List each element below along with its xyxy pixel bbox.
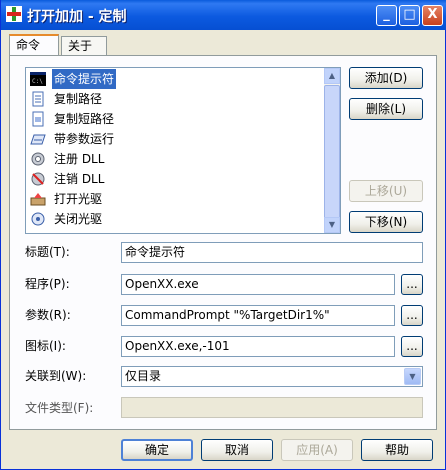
browse-params-button[interactable]: ... xyxy=(401,305,423,326)
tab-about[interactable]: 关于 xyxy=(61,36,107,55)
associate-value: 仅目录 xyxy=(125,369,162,383)
list-item-label: 复制路径 xyxy=(54,92,103,106)
open-cdrom-icon xyxy=(30,193,46,206)
title-bar[interactable]: 打开加加 - 定制 _ □ X xyxy=(1,0,446,30)
list-item-label: 注册 DLL xyxy=(54,152,105,166)
window-title: 打开加加 - 定制 xyxy=(27,9,127,25)
list-item-label: 命令提示符 xyxy=(52,69,117,89)
associate-label: 关联到(W): xyxy=(25,369,87,383)
svg-text:C:\: C:\ xyxy=(32,78,43,85)
browse-icon-button[interactable]: ... xyxy=(401,336,423,357)
add-button[interactable]: 添加(D) xyxy=(349,67,423,89)
filetype-label: 文件类型(F): xyxy=(25,401,94,415)
minimize-icon: _ xyxy=(383,7,390,22)
list-item[interactable]: 关闭光驱 xyxy=(28,209,324,229)
command-listbox[interactable]: C:\ 命令提示符 复制路径 复制短路径 带参数运行 注册 DLL 注销 DLL… xyxy=(25,67,341,234)
list-item-label: 复制短路径 xyxy=(54,112,115,126)
list-item-label: 注销 DLL xyxy=(54,172,105,186)
run-with-args-icon xyxy=(30,134,46,145)
maximize-icon: □ xyxy=(403,7,416,22)
app-icon xyxy=(6,6,22,22)
minimize-button[interactable]: _ xyxy=(376,5,397,26)
list-item[interactable]: C:\ 命令提示符 xyxy=(28,69,324,89)
copy-path-icon xyxy=(32,91,44,107)
browse-program-button[interactable]: ... xyxy=(401,274,423,295)
list-item[interactable]: 带参数运行 xyxy=(28,129,324,149)
chevron-down-icon[interactable]: ▼ xyxy=(404,368,421,385)
maximize-button[interactable]: □ xyxy=(399,5,420,26)
title-field[interactable]: 命令提示符 xyxy=(121,242,423,263)
program-field[interactable]: OpenXX.exe xyxy=(121,274,395,295)
unregister-dll-icon xyxy=(31,172,45,186)
tab-commands[interactable]: 命令 xyxy=(9,34,59,56)
icon-field[interactable]: OpenXX.exe,-101 xyxy=(121,336,395,357)
list-item-label: 关闭光驱 xyxy=(54,212,103,226)
close-icon: X xyxy=(427,7,438,22)
list-item[interactable]: 注销 DLL xyxy=(28,169,324,189)
tab-label: 命令 xyxy=(16,38,41,52)
apply-button[interactable]: 应用(A) xyxy=(281,439,353,461)
move-up-button[interactable]: 上移(U) xyxy=(349,180,423,202)
filetype-field[interactable] xyxy=(121,397,423,418)
title-label: 标题(T): xyxy=(25,245,70,259)
scroll-down-icon[interactable]: ▼ xyxy=(324,217,340,233)
cancel-button[interactable]: 取消 xyxy=(201,439,273,461)
tab-label: 关于 xyxy=(68,39,93,53)
copy-short-path-icon xyxy=(32,111,44,127)
program-label: 程序(P): xyxy=(25,277,70,291)
list-item-label: 带参数运行 xyxy=(54,132,115,146)
list-item[interactable]: 复制路径 xyxy=(28,89,324,109)
list-scrollbar[interactable]: ▲ ▼ xyxy=(324,68,340,233)
close-button[interactable]: X xyxy=(422,5,443,26)
close-cdrom-icon xyxy=(31,212,45,226)
icon-label: 图标(I): xyxy=(25,339,66,353)
register-dll-icon xyxy=(31,152,45,166)
ok-button[interactable]: 确定 xyxy=(121,439,193,461)
list-item-label: 打开光驱 xyxy=(54,192,103,206)
scroll-up-icon[interactable]: ▲ xyxy=(324,68,340,84)
help-button[interactable]: 帮助 xyxy=(361,439,433,461)
list-item[interactable]: 复制短路径 xyxy=(28,109,324,129)
move-down-button[interactable]: 下移(N) xyxy=(349,211,423,233)
params-label: 参数(R): xyxy=(25,308,71,322)
list-item[interactable]: 注册 DLL xyxy=(28,149,324,169)
delete-button[interactable]: 删除(L) xyxy=(349,98,423,120)
command-prompt-icon: C:\ xyxy=(30,72,46,86)
scroll-thumb[interactable] xyxy=(324,85,340,221)
params-field[interactable]: CommandPrompt "%TargetDir1%" xyxy=(121,305,395,326)
associate-select[interactable]: 仅目录 ▼ xyxy=(121,366,423,387)
customize-dialog: 打开加加 - 定制 _ □ X 命令 关于 C:\ 命令提示符 复制路径 复制短… xyxy=(0,0,446,470)
list-item[interactable]: 打开光驱 xyxy=(28,189,324,209)
